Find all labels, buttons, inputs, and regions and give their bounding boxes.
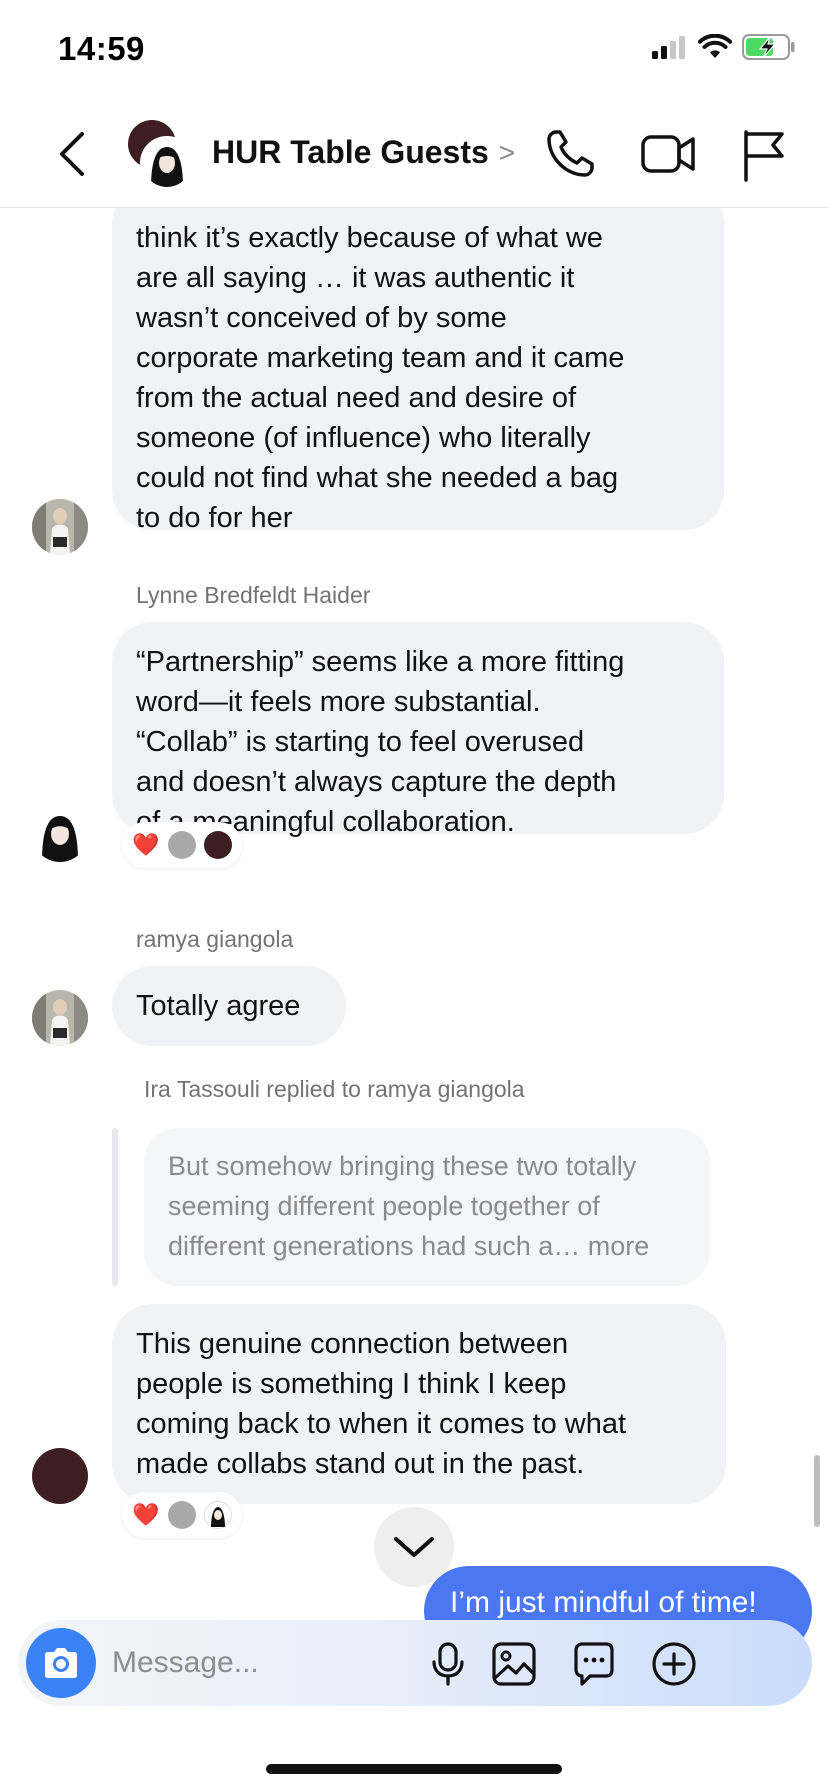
message-bubble[interactable]: This genuine connection between people i…: [112, 1304, 726, 1504]
reply-indicator-line: [112, 1128, 118, 1286]
sticker-icon[interactable]: [570, 1640, 618, 1688]
group-title-text: HUR Table Guests: [212, 134, 489, 170]
avatar[interactable]: [32, 1448, 88, 1504]
back-icon[interactable]: [50, 126, 98, 182]
message-line: from the actual need and desire of: [136, 382, 577, 414]
camera-button[interactable]: [26, 1628, 96, 1698]
phone-icon[interactable]: [540, 124, 600, 184]
quoted-line: But somehow bringing these two totally: [168, 1151, 637, 1181]
battery-icon: [742, 34, 795, 60]
wifi-icon: [698, 34, 732, 58]
message-line: This genuine connection between: [136, 1328, 569, 1360]
message-line: wasn’t conceived of by some: [136, 302, 507, 334]
reply-header: Ira Tassouli replied to ramya giangola: [144, 1076, 525, 1102]
reactor-avatar: [168, 831, 196, 859]
message-composer: [18, 1620, 812, 1706]
home-indicator: [266, 1764, 562, 1774]
microphone-icon[interactable]: [424, 1640, 472, 1688]
avatar[interactable]: [32, 990, 88, 1046]
status-time: 14:59: [58, 30, 145, 67]
plus-icon[interactable]: [650, 1640, 698, 1688]
heart-reaction-icon: ❤️: [132, 1502, 160, 1527]
reactor-avatar: [204, 831, 232, 859]
group-title[interactable]: HUR Table Guests >: [212, 134, 515, 171]
message-line: could not find what she needed a bag: [136, 462, 619, 494]
camera-icon: [45, 1648, 77, 1678]
group-avatar[interactable]: [126, 118, 196, 190]
status-bar: 14:59: [0, 0, 828, 100]
flag-icon[interactable]: [734, 124, 794, 184]
message-bubble[interactable]: “Partnership” seems like a more fitting …: [112, 622, 724, 838]
chevron-down-icon: [394, 1537, 434, 1557]
gallery-icon[interactable]: [490, 1640, 538, 1688]
reactions[interactable]: ❤️: [122, 1492, 242, 1538]
message-line: corporate marketing team and it came: [136, 342, 625, 374]
sender-name: Lynne Bredfeldt Haider: [136, 582, 371, 608]
chevron-right-icon: >: [498, 136, 516, 168]
message-line: to do for her: [136, 502, 293, 534]
heart-reaction-icon: ❤️: [132, 832, 160, 857]
chat-header: HUR Table Guests >: [0, 100, 828, 208]
message-bubble[interactable]: Totally agree: [112, 966, 346, 1046]
message-line: coming back to when it comes to what: [136, 1408, 627, 1440]
message-line: someone (of influence) who literally: [136, 422, 591, 454]
scrollbar[interactable]: [814, 1455, 820, 1527]
message-line: and doesn’t always capture the depth: [136, 766, 617, 798]
status-icons: [652, 34, 796, 60]
avatar[interactable]: [32, 499, 88, 555]
message-line: think it’s exactly because of what we: [136, 222, 603, 254]
message-line: people is something I think I keep: [136, 1368, 567, 1400]
message-line: “Partnership” seems like a more fitting: [136, 646, 625, 678]
message-list[interactable]: think it’s exactly because of what we ar…: [0, 208, 828, 1618]
message-line: “Collab” is starting to feel overused: [136, 726, 585, 758]
message-bubble[interactable]: think it’s exactly because of what we ar…: [112, 208, 724, 534]
reactor-avatar: [168, 1501, 196, 1529]
signal-icon: [652, 36, 685, 59]
outgoing-message-text: I’m just mindful of time!: [450, 1586, 757, 1619]
quoted-line: different generations had such a… more: [168, 1231, 650, 1261]
message-line: word—it feels more substantial.: [136, 686, 541, 718]
group-avatar-front: [140, 136, 194, 190]
video-icon[interactable]: [638, 124, 698, 184]
sender-name: ramya giangola: [136, 926, 294, 952]
message-line: Totally agree: [136, 990, 301, 1022]
reactions[interactable]: ❤️: [122, 822, 242, 868]
avatar[interactable]: [32, 806, 88, 862]
quoted-line: seeming different people together of: [168, 1191, 600, 1221]
message-line: are all saying … it was authentic it: [136, 262, 575, 294]
message-line: made collabs stand out in the past.: [136, 1448, 585, 1480]
quoted-message[interactable]: But somehow bringing these two totally s…: [144, 1128, 710, 1286]
reactor-avatar: [204, 1501, 232, 1529]
message-input[interactable]: [112, 1642, 412, 1684]
